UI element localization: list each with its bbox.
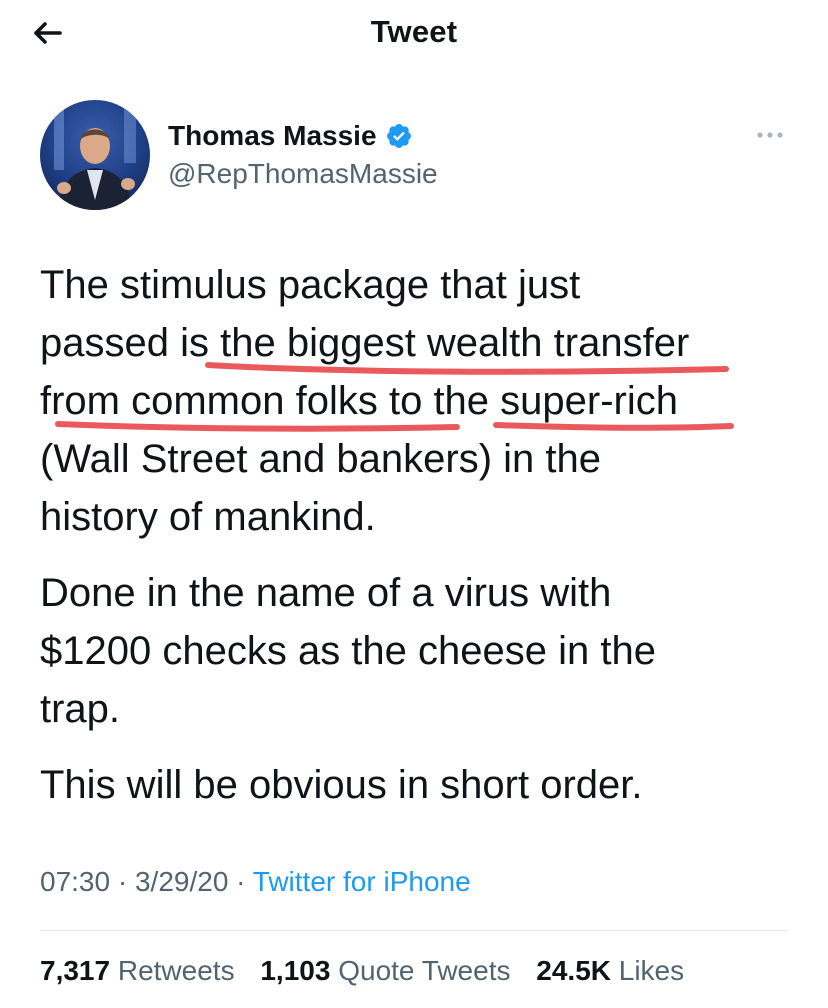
author-name[interactable]: Thomas Massie xyxy=(168,120,377,152)
likes-label: Likes xyxy=(618,955,685,986)
tweet-stats: 7,317 Retweets 1,103 Quote Tweets 24.5K … xyxy=(40,955,702,987)
author-name-row: Thomas Massie xyxy=(168,118,413,154)
tweet-text: The stimulus package that just passed is… xyxy=(40,256,800,814)
tweet-line: history of mankind. xyxy=(40,495,376,539)
tweet-line: passed is the biggest wealth transfer xyxy=(40,321,690,365)
tweet-meta: 07:30 · 3/29/20 · Twitter for iPhone xyxy=(40,866,471,898)
meta-separator: · xyxy=(117,866,128,897)
avatar[interactable] xyxy=(40,100,150,210)
tweet-line: This will be obvious in short order. xyxy=(40,763,643,807)
quote-tweets-count: 1,103 xyxy=(260,955,331,986)
tweet-line: $1200 checks as the cheese in the xyxy=(40,629,656,673)
tweet-source-link[interactable]: Twitter for iPhone xyxy=(253,866,471,897)
retweets-label: Retweets xyxy=(117,955,235,986)
page-title: Tweet xyxy=(370,14,458,49)
likes-count: 24.5K xyxy=(536,955,611,986)
retweets-stat[interactable]: 7,317 Retweets xyxy=(40,955,235,986)
tweet-line: from common folks to the super-rich xyxy=(40,379,678,423)
divider xyxy=(40,930,788,931)
tweet-date: 3/29/20 xyxy=(134,866,229,897)
quote-tweets-stat[interactable]: 1,103 Quote Tweets xyxy=(260,955,510,986)
likes-stat[interactable]: 24.5K Likes xyxy=(536,955,684,986)
quote-tweets-label: Quote Tweets xyxy=(338,955,511,986)
tweet-line: (Wall Street and bankers) in the xyxy=(40,437,601,481)
retweets-count: 7,317 xyxy=(40,955,111,986)
tweet-line: Done in the name of a virus with xyxy=(40,571,612,615)
top-bar: Tweet xyxy=(0,0,828,70)
author-handle[interactable]: @RepThomasMassie xyxy=(168,158,438,190)
tweet-time: 07:30 xyxy=(40,866,111,897)
more-options-button[interactable] xyxy=(748,124,792,146)
ellipsis-icon xyxy=(757,132,783,138)
tweet-line: trap. xyxy=(40,687,121,731)
profile-photo xyxy=(40,100,150,210)
meta-separator: · xyxy=(236,866,246,897)
tweet-line: The stimulus package that just xyxy=(40,263,581,307)
verified-badge-icon xyxy=(386,124,411,148)
